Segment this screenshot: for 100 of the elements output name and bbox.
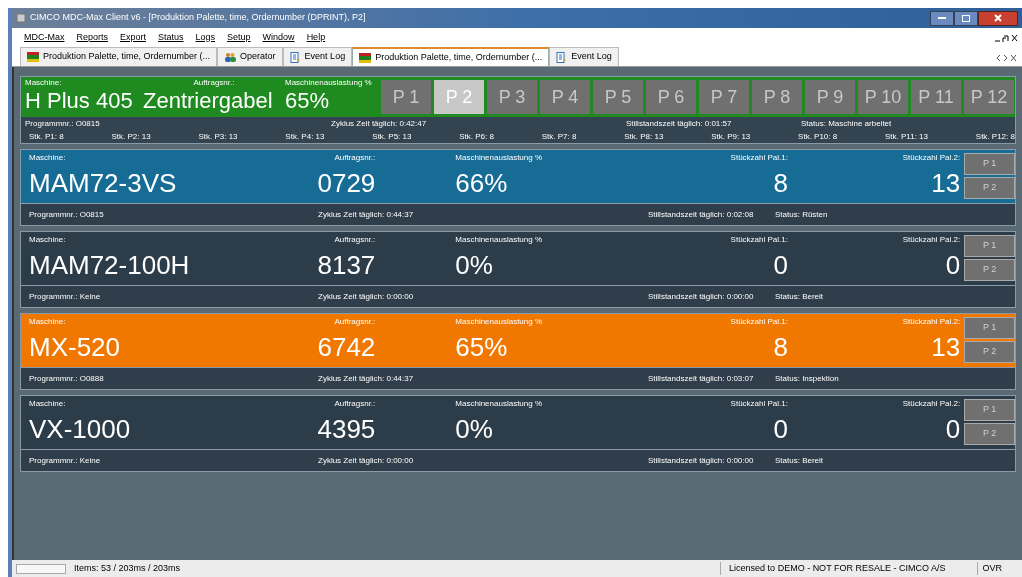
pallet-button[interactable]: P 1 [964, 317, 1015, 339]
pallet-button[interactable]: P 10 [858, 80, 908, 114]
order-number: 0729 [317, 170, 376, 196]
piece-count: Stk. P1: 8 [29, 130, 64, 143]
document-tab[interactable]: Produktion Palette, time, Ordernumber (... [20, 47, 218, 66]
pallet-button[interactable]: P 6 [646, 80, 696, 114]
pallet-button[interactable]: P 7 [699, 80, 749, 114]
menu-item[interactable]: Export [120, 30, 147, 45]
pallet-count: 0 [773, 252, 788, 278]
piece-count: Stk. P11: 13 [885, 130, 928, 143]
pallet-count: 8 [773, 170, 788, 196]
pallet-button[interactable]: P 8 [752, 80, 802, 114]
piece-count: Stk. P5: 13 [372, 130, 412, 143]
menu-item[interactable]: Reports [76, 30, 108, 45]
field-label: Stückzahl Pal.1: [730, 400, 788, 408]
menu-item[interactable]: Window [262, 30, 295, 45]
piece-count: Stk. P6: 8 [459, 130, 494, 143]
minimize-icon [938, 17, 946, 19]
menu-item[interactable]: Status [158, 30, 184, 45]
document-tab[interactable]: Produktion Palette, time, Ordernumber (... [352, 47, 550, 66]
cycle-time: Zyklus Zeit täglich: 0:42:47 [331, 117, 428, 130]
piece-count: Stk. P7: 8 [541, 130, 577, 143]
tab-navigation-icon [996, 54, 1018, 62]
document-icon [556, 51, 568, 63]
pallet-button[interactable]: P 1 [964, 153, 1015, 175]
program-info: Programmnr.: O0888 [28, 374, 105, 383]
piece-count: Stk. P2: 13 [111, 130, 151, 143]
pallet-button[interactable]: P 2 [964, 341, 1015, 363]
piece-count: Stk. P10: 8 [798, 130, 838, 143]
pallet-count: 8 [773, 334, 788, 360]
pallet-button[interactable]: P 2 [964, 423, 1015, 445]
pallet-count: 0 [945, 416, 961, 442]
pallet-count: 13 [931, 170, 961, 196]
document-tab[interactable]: Operator [217, 47, 283, 66]
pallet-button[interactable]: P 9 [805, 80, 855, 114]
machine-status: Status: Maschine arbeitet [801, 117, 892, 130]
idle-time: Stillstandszeit täglich: 0:02:08 [648, 210, 755, 219]
field-label: Maschinenauslastung % [455, 154, 544, 162]
piece-count: Stk. P12: 8 [975, 130, 1015, 143]
status-items: Items: 53 / 203ms / 203ms [74, 561, 181, 575]
idle-time: Stillstandszeit täglich: 0:00:00 [648, 456, 755, 465]
pallet-button[interactable]: P 4 [540, 80, 590, 114]
field-label: Stückzahl Pal.1: [730, 318, 788, 326]
pallet-button[interactable]: P 1 [381, 80, 431, 114]
machine-status: Status: Rüsten [775, 210, 828, 219]
field-label: Maschine: [25, 79, 63, 87]
document-icon [289, 51, 301, 63]
menu-item[interactable]: Help [306, 30, 326, 45]
idle-time: Stillstandszeit täglich: 0:00:00 [648, 292, 755, 301]
field-label: Stückzahl Pal.2: [902, 318, 961, 326]
license-text: Licensed to DEMO - NOT FOR RESALE - CIMCO A/S [720, 561, 970, 576]
field-label: Stückzahl Pal.1: [730, 154, 788, 162]
grid-icon [27, 52, 39, 62]
minimize-button[interactable] [930, 10, 954, 26]
maximize-button[interactable] [954, 10, 978, 26]
order-number: Zentriergabel [143, 90, 274, 112]
cycle-time: Zyklus Zeit täglich: 0:44:37 [318, 374, 415, 383]
field-label: Auftragsnr.: [334, 400, 376, 408]
field-label: Stückzahl Pal.2: [902, 154, 961, 162]
pallet-button[interactable]: P 1 [964, 399, 1015, 421]
piece-count: Stk. P4: 13 [285, 130, 325, 143]
field-label: Maschine: [29, 154, 67, 162]
field-label: Maschine: [29, 400, 67, 408]
machine-name: MAM72-3VS [29, 170, 178, 196]
pallet-button[interactable]: P 1 [964, 235, 1015, 257]
document-tab[interactable]: Event Log [282, 47, 353, 66]
program-info: Programmnr.: O0815 [24, 117, 101, 130]
order-number: 8137 [317, 252, 376, 278]
field-label: Maschinenauslastung % [455, 318, 544, 326]
document-tab[interactable]: Event Log [549, 47, 619, 66]
menu-item[interactable]: Logs [195, 30, 216, 45]
pallet-button[interactable]: P 2 [964, 259, 1015, 281]
close-icon [994, 14, 1002, 22]
piece-count: Stk. P3: 13 [198, 130, 238, 143]
field-label: Stückzahl Pal.1: [730, 236, 788, 244]
cycle-time: Zyklus Zeit täglich: 0:00:00 [318, 456, 415, 465]
utilization-value: 65% [455, 334, 509, 360]
machine-status: Status: Inspektion [775, 374, 839, 383]
pallet-count: 0 [945, 252, 961, 278]
program-info: Programmnr.: Keine [28, 456, 102, 465]
maximize-icon [962, 14, 970, 22]
cycle-time: Zyklus Zeit täglich: 0:44:37 [318, 210, 415, 219]
field-label: Stückzahl Pal.2: [902, 400, 961, 408]
pallet-button[interactable]: P 5 [593, 80, 643, 114]
idle-time: Stillstandszeit täglich: 0:03:07 [648, 374, 755, 383]
field-label: Auftragsnr.: [334, 318, 376, 326]
menu-item[interactable]: Setup [227, 30, 251, 45]
piece-count: Stk. P9: 13 [711, 130, 751, 143]
field-label: Maschinenauslastung % [455, 400, 544, 408]
field-label: Maschine: [29, 236, 67, 244]
pallet-button[interactable]: P 2 [964, 177, 1015, 199]
grid-icon [359, 52, 372, 63]
field-label: Maschinenauslastung % [285, 79, 373, 87]
machine-name: MX-520 [29, 334, 122, 360]
field-label: Auftragsnr.: [334, 154, 376, 162]
menu-item[interactable]: MDC-Max [24, 30, 65, 45]
pallet-button[interactable]: P 3 [487, 80, 537, 114]
pallet-button[interactable]: P 11 [911, 80, 961, 114]
close-button[interactable] [978, 10, 1018, 26]
pallet-button[interactable]: P 12 [964, 80, 1014, 114]
